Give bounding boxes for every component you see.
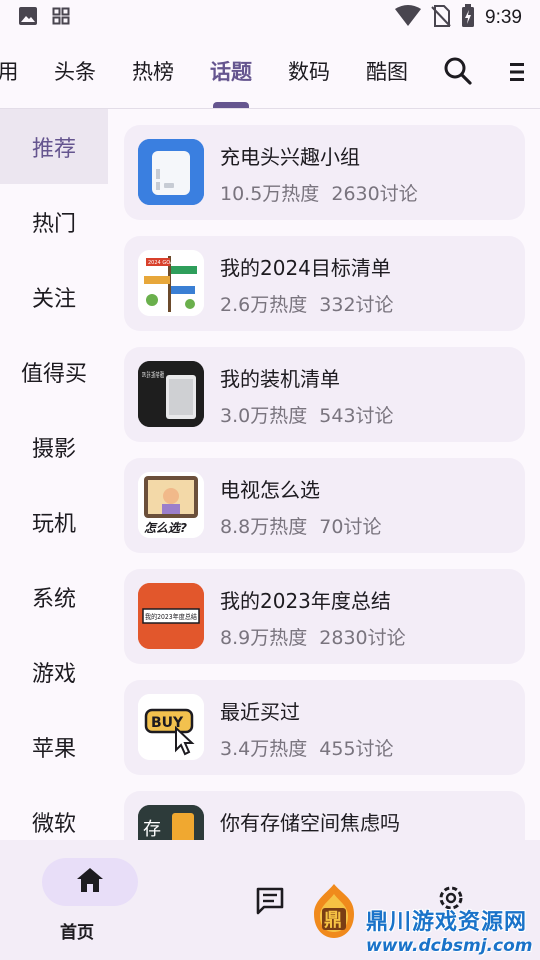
topic-heat: 3.4万热度 — [220, 738, 308, 760]
home-icon — [76, 867, 104, 897]
thumb-text: 2024 GOALS — [148, 260, 179, 266]
topic-heat: 3.0万热度 — [220, 405, 308, 427]
thumb-text: 我的2023年度总结 — [145, 612, 197, 621]
tab-digital[interactable]: 数码 — [287, 58, 331, 108]
wifi-icon — [395, 5, 422, 31]
sidebar-item-system[interactable]: 系统 — [0, 559, 108, 634]
site-watermark: 鼎 鼎川游戏资源网 www.dcbsmj.com — [300, 880, 540, 960]
topic-discussions: 455讨论 — [319, 738, 394, 760]
topic-heat: 8.9万热度 — [220, 627, 308, 649]
sidebar-item-hot[interactable]: 热门 — [0, 184, 108, 259]
topic-thumbnail: 2024 GOALS — [138, 250, 204, 316]
topic-title: 你有存储空间焦虑吗 — [220, 811, 400, 835]
thumb-text: 存 — [143, 819, 161, 840]
sidebar-item-apple[interactable]: 苹果 — [0, 709, 108, 784]
topic-card[interactable]: 充电头兴趣小组 10.5万热度 2630讨论 — [124, 125, 525, 220]
topic-title: 电视怎么选 — [220, 478, 320, 502]
topic-card[interactable]: CPU 显卡 主板 内存 硬盘 我的装机清单 3.0万热度 543讨论 — [124, 347, 525, 442]
sidebar-item-worth-buying[interactable]: 值得买 — [0, 334, 108, 409]
thumb-text: 怎么选? — [144, 521, 187, 535]
topic-card[interactable]: 我的2023年度总结 我的2023年度总结 8.9万热度 2830讨论 — [124, 569, 525, 664]
topic-discussions: 2630讨论 — [331, 183, 418, 205]
sidebar-item-games[interactable]: 游戏 — [0, 634, 108, 709]
status-time: 9:39 — [485, 7, 522, 28]
topic-meta: 8.9万热度 2830讨论 — [220, 623, 406, 650]
battery-charging-icon — [461, 4, 475, 32]
nav-home-button[interactable] — [42, 858, 138, 906]
sidebar-item-photography[interactable]: 摄影 — [0, 409, 108, 484]
topic-meta: 2.6万热度 332讨论 — [220, 290, 394, 317]
topic-meta: 10.5万热度 2630讨论 — [220, 179, 418, 206]
status-bar: 9:39 — [0, 0, 540, 36]
sidebar-item-follow[interactable]: 关注 — [0, 259, 108, 334]
thumb-text: CPU 显卡 主板 内存 硬盘 — [142, 370, 164, 379]
topic-title: 我的2024目标清单 — [220, 256, 391, 280]
topic-thumbnail — [138, 139, 204, 205]
tab-cool-pics[interactable]: 酷图 — [365, 58, 409, 108]
search-icon[interactable] — [443, 56, 473, 86]
watermark-url: www.dcbsmj.com — [366, 936, 533, 956]
topic-thumbnail: CPU 显卡 主板 内存 硬盘 — [138, 361, 204, 427]
message-icon[interactable] — [255, 886, 285, 916]
topic-heat: 2.6万热度 — [220, 294, 308, 316]
menu-icon[interactable] — [506, 60, 524, 84]
watermark-text: 鼎川游戏资源网 — [366, 910, 528, 935]
tab-hot-list[interactable]: 热榜 — [131, 58, 175, 108]
topic-heat: 10.5万热度 — [220, 183, 320, 205]
topic-card[interactable]: 2024 GOALS 我的2024目标清单 2.6万热度 332讨论 — [124, 236, 525, 331]
image-icon — [18, 6, 38, 30]
topic-title: 最近买过 — [220, 700, 300, 724]
topic-card[interactable]: 怎么选? 电视怎么选 8.8万热度 70讨论 — [124, 458, 525, 553]
tab-topics[interactable]: 话题 — [209, 58, 253, 108]
topic-thumbnail: 怎么选? — [138, 472, 204, 538]
sidebar-item-gadgets[interactable]: 玩机 — [0, 484, 108, 559]
topic-heat: 8.8万热度 — [220, 516, 308, 538]
nav-home-label: 首页 — [60, 923, 94, 943]
topic-title: 充电头兴趣小组 — [220, 145, 360, 169]
thumb-text: BUY — [151, 715, 184, 731]
watermark-logo-char: 鼎 — [324, 910, 342, 931]
topic-card[interactable]: BUY 最近买过 3.4万热度 455讨论 — [124, 680, 525, 775]
topic-discussions: 70讨论 — [319, 516, 382, 538]
topic-discussions: 543讨论 — [319, 405, 394, 427]
tab-headlines[interactable]: 头条 — [53, 58, 97, 108]
topic-meta: 8.8万热度 70讨论 — [220, 512, 381, 539]
sidebar-item-recommend[interactable]: 推荐 — [0, 109, 108, 184]
tab-partial[interactable]: 用 — [0, 58, 20, 108]
topic-thumbnail: 我的2023年度总结 — [138, 583, 204, 649]
watermark-logo: 鼎 — [308, 882, 360, 940]
topic-meta: 3.0万热度 543讨论 — [220, 401, 394, 428]
topic-title: 我的2023年度总结 — [220, 589, 391, 613]
topic-discussions: 2830讨论 — [319, 627, 406, 649]
topic-thumbnail: BUY — [138, 694, 204, 760]
category-sidebar: 推荐 热门 关注 值得买 摄影 玩机 系统 游戏 苹果 微软 — [0, 109, 108, 841]
topic-title: 我的装机清单 — [220, 367, 340, 391]
app-grid-icon — [52, 7, 70, 29]
no-sim-icon — [431, 5, 451, 31]
topic-discussions: 332讨论 — [319, 294, 394, 316]
topic-meta: 3.4万热度 455讨论 — [220, 734, 394, 761]
